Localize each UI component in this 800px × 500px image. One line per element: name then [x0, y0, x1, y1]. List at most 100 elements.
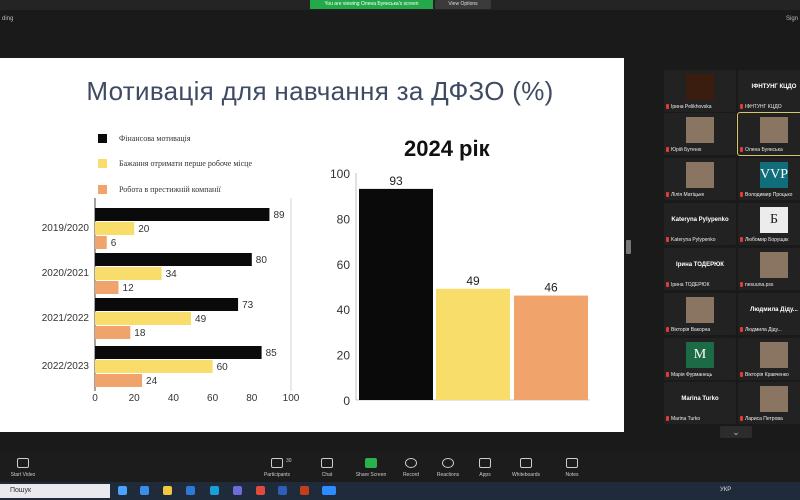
bar-1-0	[95, 253, 252, 266]
apps-button[interactable]: Apps	[462, 458, 508, 478]
participant-tile[interactable]: Вікторія Кравченко	[738, 338, 800, 380]
x-tick-label: 20	[129, 393, 141, 404]
participant-avatar: M	[686, 342, 714, 368]
system-tray-language[interactable]: УКР	[720, 487, 731, 493]
y-tick-label: 20	[337, 349, 351, 363]
participant-display-name: Marina Turko	[681, 396, 719, 402]
store-icon[interactable]	[186, 486, 195, 495]
participant-tile[interactable]: Юрій Бутеню	[664, 113, 736, 155]
chrome-icon[interactable]	[256, 486, 265, 495]
bar-value-label: 46	[544, 281, 558, 295]
muted-mic-icon	[666, 192, 669, 198]
muted-mic-icon	[740, 372, 743, 378]
gallery-scroll-handle[interactable]	[626, 240, 631, 254]
muted-mic-icon	[666, 282, 669, 288]
participants-count: 30	[286, 458, 292, 464]
teams-icon[interactable]	[233, 486, 242, 495]
chat-icon	[321, 458, 333, 468]
bar-value-label: 12	[123, 283, 135, 294]
participant-tile[interactable]: Kateryna Pylypenko Kateryna Pylypenko	[664, 203, 736, 245]
chat-button[interactable]: Chat	[304, 458, 350, 478]
participant-name-label: Марія Фурманець	[666, 372, 712, 378]
participant-tile[interactable]: Вікторія Вакорна	[664, 293, 736, 335]
participant-tile[interactable]: Ірина Pelikhovska	[664, 70, 736, 112]
participant-name-label: Володимир Процько	[740, 192, 792, 198]
bar-0-0	[95, 208, 270, 221]
participant-name-label: Ірина ТОДЕРЮК	[666, 282, 710, 288]
bar-value-label: 49	[466, 274, 480, 288]
participant-avatar	[760, 342, 788, 368]
participant-tile[interactable]: Лілія Матіцьке	[664, 158, 736, 200]
x-tick-label: 100	[283, 393, 300, 404]
muted-mic-icon	[740, 416, 743, 422]
participant-tile[interactable]: Marina Turko Marina Turko	[664, 382, 736, 424]
category-label: 2022/2023	[42, 361, 90, 372]
whiteboards-button[interactable]: Whiteboards	[503, 458, 549, 478]
muted-mic-icon	[740, 104, 743, 110]
muted-mic-icon	[666, 416, 669, 422]
record-icon	[405, 458, 417, 468]
word-icon[interactable]	[278, 486, 287, 495]
participant-name-label: nesuuna.pss	[740, 282, 773, 288]
participant-avatar	[686, 162, 714, 188]
participant-name-label: Людмила Діду...	[740, 327, 782, 333]
participant-tile[interactable]: Лариса Петрова	[738, 382, 800, 424]
bar-3-2	[95, 374, 143, 387]
gallery-next-page-button[interactable]: ⌄	[720, 426, 752, 438]
muted-mic-icon	[666, 104, 669, 110]
participant-avatar	[760, 386, 788, 412]
charts-canvas: 89 20 6 2019/2020 80 34 12 2020/2021 73 49 18 2021/…	[42, 167, 590, 408]
bar-value-label: 85	[266, 348, 278, 359]
participant-name-label: Юрій Бутеню	[666, 147, 701, 153]
participant-name-label: Лілія Матіцьке	[666, 192, 704, 198]
start-video-button[interactable]: Start Video	[0, 458, 46, 478]
taskbar-search-input[interactable]: Пошук	[0, 484, 110, 498]
file-explorer-icon[interactable]	[163, 486, 172, 495]
bar-2024-2	[514, 295, 588, 400]
participant-name-label: Marina Turko	[666, 416, 700, 422]
participant-name-label: Любомир Борущак	[740, 237, 788, 243]
task-view-icon[interactable]	[118, 486, 127, 495]
participant-tile[interactable]: Б Любомир Борущак	[738, 203, 800, 245]
participant-tile[interactable]: ІФНТУНГ КЦДО ІФНТУНГ КЦДО	[738, 70, 800, 112]
participant-tile[interactable]: VVP Володимир Процько	[738, 158, 800, 200]
view-options-button[interactable]: View Options	[435, 0, 491, 9]
powerpoint-icon[interactable]	[300, 486, 309, 495]
muted-mic-icon	[740, 147, 743, 153]
participant-name-label: ІФНТУНГ КЦДО	[740, 104, 782, 110]
y-tick-label: 60	[337, 258, 351, 272]
participant-avatar	[686, 297, 714, 323]
participant-display-name: Людмила Діду...	[750, 307, 798, 313]
x-tick-label: 80	[246, 393, 258, 404]
bar-1-2	[95, 281, 119, 294]
bar-value-label: 93	[389, 174, 403, 188]
notes-label: Notes	[565, 472, 579, 478]
bar-value-label: 89	[273, 210, 285, 221]
zoom-app-icon[interactable]	[322, 486, 336, 495]
bar-value-label: 20	[138, 224, 150, 235]
participant-tile[interactable]: Олена Буянська	[737, 112, 800, 156]
participant-tile[interactable]: nesuuna.pss	[738, 248, 800, 290]
sign-label[interactable]: Sign	[786, 16, 798, 22]
participants-button[interactable]: Participants	[254, 458, 300, 478]
participant-avatar	[686, 117, 714, 143]
participant-tile[interactable]: Ірина ТОДЕРЮК Ірина ТОДЕРЮК	[664, 248, 736, 290]
participant-tile[interactable]: Людмила Діду... Людмила Діду...	[738, 293, 800, 335]
muted-mic-icon	[666, 372, 669, 378]
notes-button[interactable]: Notes	[549, 458, 595, 478]
muted-mic-icon	[740, 327, 743, 333]
x-tick-label: 0	[92, 393, 98, 404]
bar-value-label: 6	[111, 238, 117, 249]
category-label: 2021/2022	[42, 313, 90, 324]
muted-mic-icon	[666, 147, 669, 153]
participant-display-name: Kateryna Pylypenko	[671, 217, 729, 223]
browser-icon[interactable]	[210, 486, 219, 495]
participant-avatar: VVP	[760, 162, 788, 188]
edge-icon[interactable]	[140, 486, 149, 495]
bar-2024-1	[436, 288, 510, 400]
meeting-toolbar: Start Video Participants 30 Chat Share S…	[0, 452, 800, 482]
participant-tile[interactable]: M Марія Фурманець	[664, 338, 736, 380]
bar-value-label: 80	[256, 255, 268, 266]
muted-mic-icon	[740, 282, 743, 288]
x-tick-label: 40	[168, 393, 180, 404]
